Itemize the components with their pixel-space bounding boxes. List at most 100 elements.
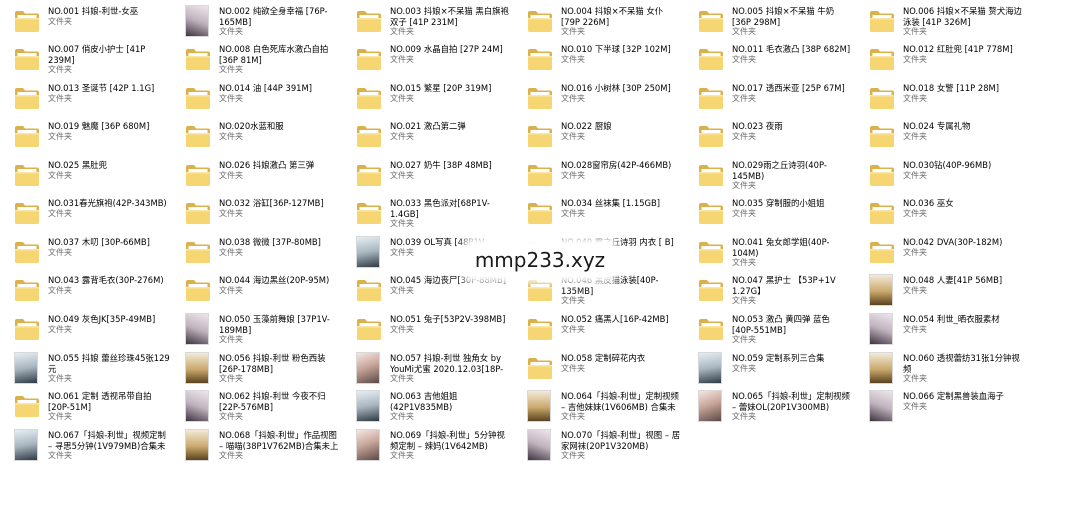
folder-item[interactable]: NO.070「抖娘-利世」视图 – 居家网袜(20P1V320MB) 文件夹 bbox=[513, 427, 684, 465]
folder-item[interactable]: NO.012 红肚兜 [41P 778M] 文件夹 bbox=[855, 41, 1026, 79]
folder-item[interactable]: NO.064「抖娘-利世」定制视频 – 吉他妹妹(1V606MB) 合集未上传文… bbox=[513, 388, 684, 426]
folder-item[interactable]: NO.016 小树林 [30P 250M] 文件夹 bbox=[513, 80, 684, 118]
folder-item[interactable]: NO.014 油 [44P 391M] 文件夹 bbox=[171, 80, 342, 118]
folder-item[interactable]: NO.030钻(40P-96MB) 文件夹 bbox=[855, 157, 1026, 195]
folder-item[interactable]: NO.011 毛衣激凸 [38P 682M] 文件夹 bbox=[684, 41, 855, 79]
folder-item[interactable]: NO.026 抖娘激凸 第三弹 文件夹 bbox=[171, 157, 342, 195]
folder-item[interactable]: NO.031春光旗袍(42P-343MB) 文件夹 bbox=[0, 195, 171, 233]
folder-item[interactable]: NO.020水蓝和服 文件夹 bbox=[171, 118, 342, 156]
folder-item[interactable]: NO.009 水晶自拍 [27P 24M] 文件夹 bbox=[342, 41, 513, 79]
folder-type-label: 文件夹 bbox=[48, 248, 72, 257]
folder-item[interactable]: NO.056 抖娘-利世 粉色西装 [26P-178MB] 文件夹 bbox=[171, 350, 342, 388]
folder-type-label: 文件夹 bbox=[561, 412, 585, 421]
folder-item[interactable]: NO.048 人妻[41P 56MB] 文件夹 bbox=[855, 272, 1026, 310]
folder-name: NO.043 露背毛衣(30P-276M) bbox=[48, 275, 164, 285]
folder-preview-thumbnail bbox=[185, 313, 209, 345]
folder-name: NO.044 海边黑丝(20P-95M) bbox=[219, 275, 330, 285]
folder-item[interactable]: NO.065「抖娘-利世」定制视频 – 蕾妹OL(20P1V300MB) 文件夹 bbox=[684, 388, 855, 426]
folder-item[interactable]: NO.062 抖娘-利世 今夜不归 [22P-576MB] 文件夹 bbox=[171, 388, 342, 426]
folder-preview-thumbnail bbox=[185, 390, 209, 422]
folder-item[interactable]: NO.047 黑护士 【53P+1V 1.27G】 文件夹 bbox=[684, 272, 855, 310]
folder-item[interactable]: NO.042 DVA(30P-182M) 文件夹 bbox=[855, 234, 1026, 272]
folder-item[interactable]: NO.067「抖娘-利世」视频定制 – 寻思5分钟(1V979MB)合集未上传文… bbox=[0, 427, 171, 465]
folder-item[interactable]: NO.052 痛黑人[16P-42MB] 文件夹 bbox=[513, 311, 684, 349]
folder-item[interactable]: NO.022 厨娘 文件夹 bbox=[513, 118, 684, 156]
folder-item[interactable]: NO.006 抖娘×不呆猫 赘犬海边泳装 [41P 326M] 文件夹 bbox=[855, 3, 1026, 41]
folder-item[interactable]: NO.010 下半球 [32P 102M] 文件夹 bbox=[513, 41, 684, 79]
folder-item[interactable]: NO.058 定制碎花内衣 文件夹 bbox=[513, 350, 684, 388]
folder-item[interactable]: NO.019 魅魔 [36P 680M] 文件夹 bbox=[0, 118, 171, 156]
folder-item[interactable]: NO.033 黑色派对[68P1V-1.4GB] 文件夹 bbox=[342, 195, 513, 233]
watermark-text: mmp233.xyz bbox=[470, 243, 610, 277]
folder-item[interactable]: NO.025 黑肚兜 文件夹 bbox=[0, 157, 171, 195]
folder-name: NO.004 抖娘×不呆猫 女仆 [79P 226M] bbox=[561, 6, 664, 27]
folder-preview-thumbnail bbox=[356, 390, 380, 422]
folder-item[interactable]: NO.036 巫女 文件夹 bbox=[855, 195, 1026, 233]
folder-name: NO.016 小树林 [30P 250M] bbox=[561, 83, 671, 93]
folder-icon bbox=[869, 4, 895, 38]
folder-item[interactable]: NO.028窗帘房(42P-466MB) 文件夹 bbox=[513, 157, 684, 195]
folder-item[interactable]: NO.043 露背毛衣(30P-276M) 文件夹 bbox=[0, 272, 171, 310]
folder-item[interactable]: NO.015 繁星 [20P 319M] 文件夹 bbox=[342, 80, 513, 118]
folder-item[interactable]: NO.068「抖娘-利世」作品视图 – 喵喵(38P1V762MB)合集未上传文… bbox=[171, 427, 342, 465]
folder-name: NO.069「抖娘-利世」5分钟视频定制 – 辣妈(1V642MB) bbox=[390, 430, 505, 451]
folder-icon bbox=[14, 81, 40, 115]
folder-name: NO.020水蓝和服 bbox=[219, 121, 284, 131]
folder-item[interactable]: NO.059 定制系列三合集 文件夹 bbox=[684, 350, 855, 388]
folder-item[interactable]: NO.066 定制黑兽装血海子 文件夹 bbox=[855, 388, 1026, 426]
folder-name: NO.008 白色死库水激凸自拍 [36P 81M] bbox=[219, 44, 329, 65]
folder-type-label: 文件夹 bbox=[903, 402, 927, 411]
folder-item[interactable]: NO.023 夜雨 文件夹 bbox=[684, 118, 855, 156]
folder-item[interactable]: NO.046 黑皮猫泳装[40P-135MB] 文件夹 bbox=[513, 272, 684, 310]
folder-item[interactable]: NO.005 抖娘×不呆猫 牛奶 [36P 298M] 文件夹 bbox=[684, 3, 855, 41]
folder-preview-thumbnail bbox=[527, 429, 551, 461]
folder-type-label: 文件夹 bbox=[561, 171, 585, 180]
folder-name: NO.062 抖娘-利世 今夜不归 [22P-576MB] bbox=[219, 391, 326, 412]
folder-item[interactable]: NO.017 透西米亚 [25P 67M] 文件夹 bbox=[684, 80, 855, 118]
folder-icon bbox=[356, 273, 382, 307]
folder-icon bbox=[527, 81, 553, 115]
folder-item[interactable]: NO.061 定制 透视吊带自拍 [20P-51M] 文件夹 bbox=[0, 388, 171, 426]
folder-item[interactable]: NO.021 激凸第二弹 文件夹 bbox=[342, 118, 513, 156]
folder-item[interactable]: NO.018 女警 [11P 28M] 文件夹 bbox=[855, 80, 1026, 118]
folder-name: NO.070「抖娘-利世」视图 – 居家网袜(20P1V320MB) bbox=[561, 430, 681, 451]
folder-item[interactable]: NO.054 利世_晒衣服素材 文件夹 bbox=[855, 311, 1026, 349]
folder-item[interactable]: NO.034 丝袜集 [1.15GB] 文件夹 bbox=[513, 195, 684, 233]
folder-item[interactable]: NO.055 抖娘 蕾丝珍珠45张129元 文件夹 bbox=[0, 350, 171, 388]
folder-name: NO.067「抖娘-利世」视频定制 – 寻思5分钟(1V979MB)合集未上传 bbox=[48, 430, 166, 451]
folder-item[interactable]: NO.027 奶牛 [38P 48MB] 文件夹 bbox=[342, 157, 513, 195]
folder-name: NO.030钻(40P-96MB) bbox=[903, 160, 992, 170]
folder-item[interactable]: NO.013 圣诞节 [42P 1.1G] 文件夹 bbox=[0, 80, 171, 118]
folder-item[interactable]: NO.069「抖娘-利世」5分钟视频定制 – 辣妈(1V642MB) 文件夹 bbox=[342, 427, 513, 465]
folder-item[interactable]: NO.001 抖娘-利世-女巫 文件夹 bbox=[0, 3, 171, 41]
folder-type-label: 文件夹 bbox=[219, 412, 243, 421]
folder-item[interactable]: NO.007 俏皮小护士 [41P 239M] 文件夹 bbox=[0, 41, 171, 79]
folder-item[interactable]: NO.024 专属礼物 文件夹 bbox=[855, 118, 1026, 156]
folder-item[interactable]: NO.004 抖娘×不呆猫 女仆 [79P 226M] 文件夹 bbox=[513, 3, 684, 41]
folder-preview-thumbnail bbox=[869, 352, 893, 384]
folder-item[interactable]: NO.029雨之丘诗羽(40P-145MB) 文件夹 bbox=[684, 157, 855, 195]
folder-type-label: 文件夹 bbox=[390, 451, 414, 460]
folder-item[interactable]: NO.032 浴缸[36P-127MB] 文件夹 bbox=[171, 195, 342, 233]
folder-item[interactable]: NO.063 吉他姐姐(42P1V835MB) 文件夹 bbox=[342, 388, 513, 426]
folder-item[interactable]: NO.060 透视蕾纺31张1分钟视频 文件夹 bbox=[855, 350, 1026, 388]
folder-name: NO.027 奶牛 [38P 48MB] bbox=[390, 160, 492, 170]
folder-item[interactable]: NO.051 兔子[53P2V-398MB] 文件夹 bbox=[342, 311, 513, 349]
folder-item[interactable]: NO.053 激凸 黄四弹 蓝色 [40P-551MB] 文件夹 bbox=[684, 311, 855, 349]
folder-name: NO.055 抖娘 蕾丝珍珠45张129元 bbox=[48, 353, 170, 374]
folder-item[interactable]: NO.037 木叨 [30P-66MB] 文件夹 bbox=[0, 234, 171, 272]
folder-name: NO.047 黑护士 【53P+1V 1.27G】 bbox=[732, 275, 836, 296]
folder-item[interactable]: NO.044 海边黑丝(20P-95M) 文件夹 bbox=[171, 272, 342, 310]
folder-type-label: 文件夹 bbox=[561, 27, 585, 36]
folder-item[interactable]: NO.008 白色死库水激凸自拍 [36P 81M] 文件夹 bbox=[171, 41, 342, 79]
folder-item[interactable]: NO.038 微微 [37P-80MB] 文件夹 bbox=[171, 234, 342, 272]
folder-item[interactable]: NO.041 兔女郎学姐(40P-104M) 文件夹 bbox=[684, 234, 855, 272]
folder-item[interactable]: NO.002 纯欲全身幸福 [76P-165MB] 文件夹 bbox=[171, 3, 342, 41]
folder-icon bbox=[869, 158, 895, 192]
folder-item[interactable]: NO.035 穿制服的小姐姐 文件夹 bbox=[684, 195, 855, 233]
folder-item[interactable]: NO.045 海边丧尸[30P-88MB] 文件夹 bbox=[342, 272, 513, 310]
folder-item[interactable]: NO.057 抖娘-利世 独角女 by YouMi尤蜜 2020.12.03[1… bbox=[342, 350, 513, 388]
folder-item[interactable]: NO.050 玉藻前舞娘 [37P1V-189MB] 文件夹 bbox=[171, 311, 342, 349]
folder-item[interactable]: NO.003 抖娘×不呆猫 黑白旗袍双子 [41P 231M] 文件夹 bbox=[342, 3, 513, 41]
folder-item[interactable]: NO.049 灰色JK[35P-49MB] 文件夹 bbox=[0, 311, 171, 349]
